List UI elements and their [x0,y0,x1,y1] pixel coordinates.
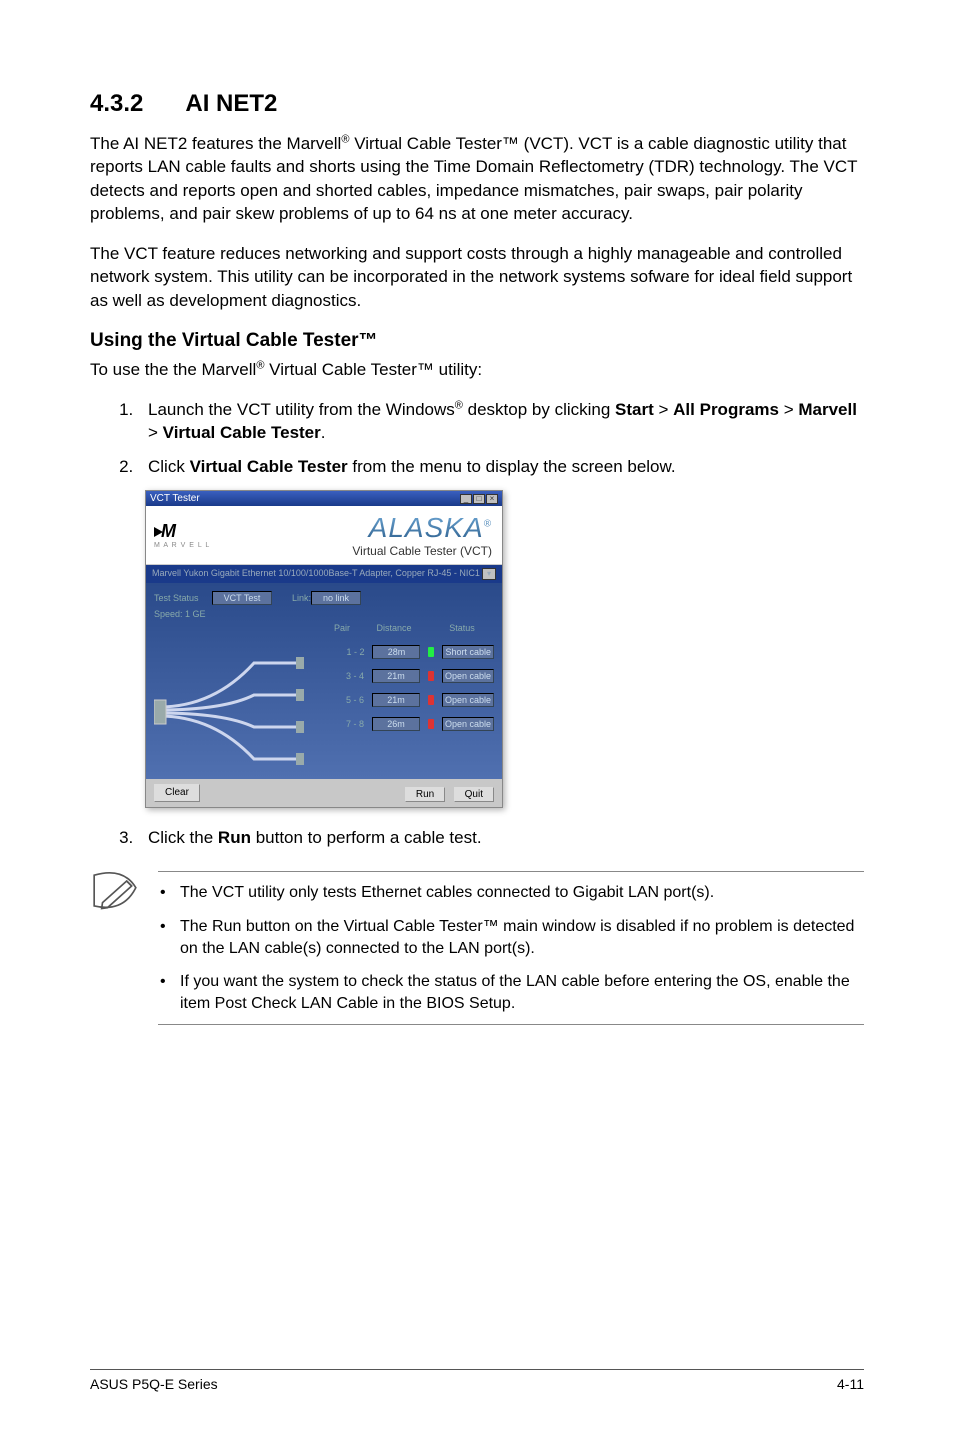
paragraph-2: The VCT feature reduces networking and s… [90,242,864,312]
section-number: 4.3.2 [90,90,143,118]
marvell-logo: M M A R V E L L [154,521,224,549]
step-2: Click Virtual Cable Tester from the menu… [138,455,864,478]
steps-list: Launch the VCT utility from the Windows®… [90,398,864,478]
adapter-dropdown: Marvell Yukon Gigabit Ethernet 10/100/10… [146,565,502,583]
link-value: no link [311,591,361,605]
test-status-value: VCT Test [212,591,272,605]
test-status-label: Test Status [154,593,212,603]
chevron-down-icon: ▾ [482,568,496,580]
page-footer: ASUS P5Q-E Series 4-11 [90,1369,864,1392]
section-heading: 4.3.2 AI NET2 [90,90,864,118]
note-box: The VCT utility only tests Ethernet cabl… [90,871,864,1025]
vct-title: VCT Tester [150,493,200,504]
note-pencil-icon [90,871,140,1025]
step-1: Launch the VCT utility from the Windows®… [138,398,864,445]
section-title: AI NET2 [185,90,277,117]
vct-titlebar: VCT Tester _□× [146,491,502,506]
link-label: Link: [292,593,311,603]
window-buttons: _□× [459,493,498,504]
note-item: The VCT utility only tests Ethernet cabl… [180,882,864,904]
footer-left: ASUS P5Q-E Series [90,1376,218,1392]
pair-row: 7 - 8 26m Open cable [154,717,494,731]
vct-body: Test Status VCT Test Link: no link Speed… [146,583,502,779]
column-headers: Pair Distance Status [154,621,494,635]
status-led-icon [428,719,434,729]
vct-footer: Clear Run Quit [146,779,502,807]
footer-right: 4-11 [837,1376,864,1392]
steps-list-continued: Click the Run button to perform a cable … [90,826,864,849]
subheading-intro-line: To use the the Marvell® Virtual Cable Te… [90,358,864,381]
run-button: Run [405,787,445,802]
alaska-logo: ALASKA® [352,512,492,544]
note-item: If you want the system to check the stat… [180,971,864,1014]
alaska-logo-block: ALASKA® Virtual Cable Tester (VCT) [352,512,492,558]
pair-row: 3 - 4 21m Open cable [154,669,494,683]
status-led-icon [428,671,434,681]
note-content: The VCT utility only tests Ethernet cabl… [158,871,864,1025]
status-led-icon [428,647,434,657]
speed-label: Speed: 1 GE [154,609,494,619]
close-icon: × [486,494,498,504]
note-item: The Run button on the Virtual Cable Test… [180,916,864,959]
vct-header: M M A R V E L L ALASKA® Virtual Cable Te… [146,506,502,565]
step-3: Click the Run button to perform a cable … [138,826,864,849]
minimize-icon: _ [460,494,472,504]
status-led-icon [428,695,434,705]
cable-diagram-icon [154,645,304,775]
pair-row: 1 - 2 28m Short cable [154,645,494,659]
paragraph-1: The AI NET2 features the Marvell® Virtua… [90,132,864,226]
vct-label: Virtual Cable Tester (VCT) [352,544,492,558]
quit-button: Quit [454,787,494,802]
clear-button: Clear [154,784,200,802]
pair-row: 5 - 6 21m Open cable [154,693,494,707]
subheading-using-vct: Using the Virtual Cable Tester™ [90,330,864,352]
vct-screenshot: VCT Tester _□× M M A R V E L L ALASKA® V… [145,490,503,808]
maximize-icon: □ [473,494,485,504]
cable-diagram-area: 1 - 2 28m Short cable 3 - 4 21m Open cab… [154,645,494,775]
